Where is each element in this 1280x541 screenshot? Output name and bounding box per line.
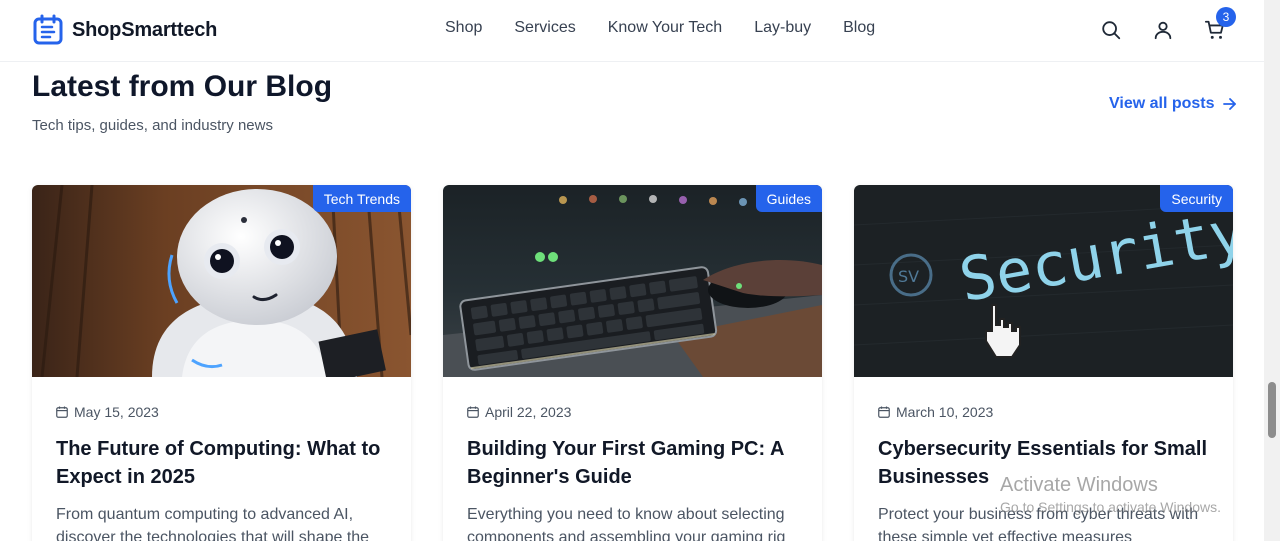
post-title[interactable]: The Future of Computing: What to Expect …	[56, 435, 391, 491]
calendar-logo-icon	[33, 14, 63, 45]
brand-name: ShopSmarttech	[72, 18, 218, 41]
svg-text:SV: SV	[898, 267, 919, 286]
view-all-posts-link[interactable]: View all posts	[1109, 95, 1237, 113]
nav-services[interactable]: Services	[514, 19, 575, 37]
calendar-icon	[878, 406, 890, 418]
post-date: March 10, 2023	[878, 404, 993, 420]
user-icon[interactable]	[1152, 19, 1174, 41]
activate-windows-subtitle: Go to Settings to activate Windows.	[1000, 499, 1221, 515]
blog-card[interactable]: Tech Trends May 15, 2023 The Future of C…	[32, 185, 411, 541]
post-excerpt: Everything you need to know about select…	[467, 506, 786, 541]
post-excerpt: From quantum computing to advanced AI, d…	[56, 506, 370, 541]
post-title[interactable]: Building Your First Gaming PC: A Beginne…	[467, 435, 802, 491]
calendar-icon	[56, 406, 68, 418]
blog-card-image-keyboard[interactable]	[443, 185, 822, 377]
category-tag[interactable]: Security	[1160, 185, 1233, 212]
blog-card-image-security[interactable]: SV Security	[854, 185, 1233, 377]
search-icon[interactable]	[1100, 19, 1122, 41]
activate-windows-title: Activate Windows	[1000, 474, 1158, 496]
calendar-icon	[467, 406, 479, 418]
post-date-text: April 22, 2023	[485, 404, 572, 420]
category-tag[interactable]: Tech Trends	[312, 185, 411, 212]
post-date: May 15, 2023	[56, 404, 159, 420]
page-scrollbar[interactable]	[1264, 0, 1280, 541]
site-header: ShopSmarttech Shop Services Know Your Te…	[0, 0, 1264, 62]
main-nav: Shop Services Know Your Tech Lay-buy Blo…	[445, 19, 907, 37]
blog-card[interactable]: Guides April 22, 2023 Building Your Firs…	[443, 185, 822, 541]
cart-count-badge: 3	[1216, 7, 1236, 27]
view-all-label: View all posts	[1109, 95, 1215, 112]
nav-know-your-tech[interactable]: Know Your Tech	[608, 19, 722, 37]
category-tag[interactable]: Guides	[755, 185, 822, 212]
scrollbar-thumb[interactable]	[1268, 382, 1276, 438]
blog-card-image-robot[interactable]	[32, 185, 411, 377]
nav-shop[interactable]: Shop	[445, 19, 482, 37]
nav-blog[interactable]: Blog	[843, 19, 875, 37]
arrow-right-icon	[1222, 98, 1236, 110]
brand-logo[interactable]: ShopSmarttech	[32, 14, 217, 46]
post-date-text: March 10, 2023	[896, 404, 994, 420]
nav-lay-buy[interactable]: Lay-buy	[754, 19, 811, 37]
post-date-text: May 15, 2023	[74, 404, 159, 420]
section-title: Latest from Our Blog	[32, 70, 333, 103]
section-subtitle: Tech tips, guides, and industry news	[32, 117, 273, 134]
post-date: April 22, 2023	[467, 404, 571, 420]
